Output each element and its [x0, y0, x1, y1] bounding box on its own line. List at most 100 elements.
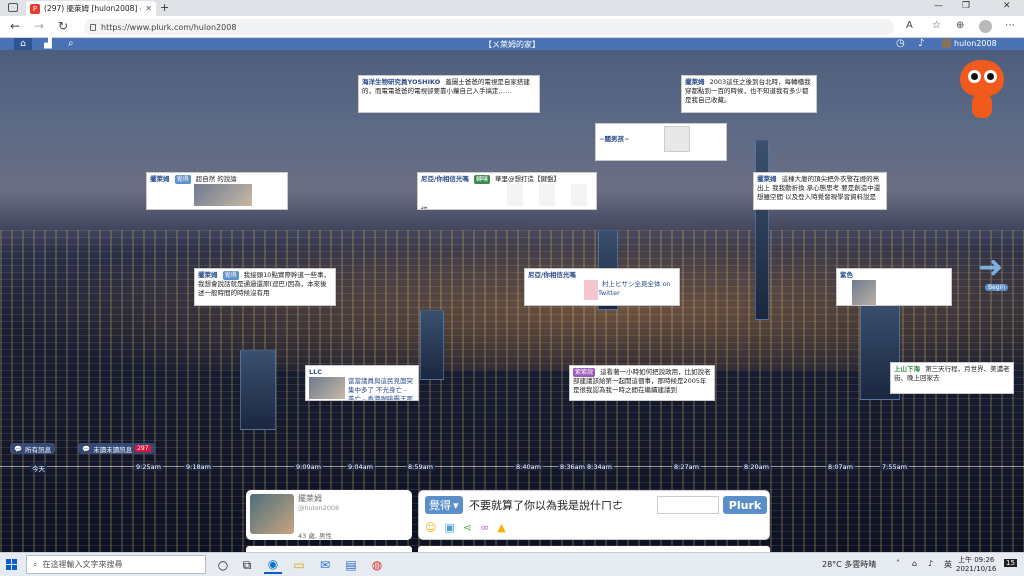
- profile-avatar[interactable]: [979, 20, 992, 33]
- card-author[interactable]: LLC: [309, 368, 322, 376]
- close-window-button[interactable]: ✕: [1003, 1, 1011, 11]
- card-author[interactable]: 尼亞/你相信光嗎: [528, 271, 576, 279]
- anonymous-mask-icon[interactable]: ∞: [480, 521, 489, 534]
- plurk-mascot[interactable]: [958, 60, 1008, 122]
- plurk-card[interactable]: 紫紫說 這看著一小時如何把說政用，比如說老部建議該給第一起開這個事，那時候是20…: [569, 365, 715, 401]
- tray-chevron-icon[interactable]: ˄: [896, 559, 900, 568]
- begin-button[interactable]: Begin: [985, 284, 1009, 291]
- taskbar-search[interactable]: ⌕ 在這裡輸入文字來搜尋: [26, 555, 206, 574]
- image-upload-icon[interactable]: ▣: [444, 521, 454, 534]
- task-view-icon[interactable]: ⧉: [238, 556, 256, 574]
- document-thumbnail[interactable]: [664, 126, 691, 152]
- maximize-button[interactable]: ❐: [962, 1, 970, 11]
- next-arrow-icon[interactable]: ➜: [978, 250, 1003, 285]
- timeline-label: 8:40am: [514, 463, 543, 471]
- chrome-icon[interactable]: ◍: [368, 556, 386, 574]
- plurk-card[interactable]: 擺萊姆 2003這任之後到台北時，每轉橋我穿都點到一百的時候，也不知道我有多少都…: [681, 75, 817, 113]
- timeline-label: 8:20am: [742, 463, 771, 471]
- new-tab-button[interactable]: +: [160, 1, 169, 14]
- card-author[interactable]: 上山下海: [894, 365, 920, 373]
- profile-handle: @hulon2008: [298, 504, 340, 512]
- chat-icon: 💬: [14, 444, 23, 453]
- mail-icon[interactable]: ✉: [316, 556, 334, 574]
- card-author[interactable]: 擺萊姆: [685, 78, 705, 86]
- image-thumbnail[interactable]: [571, 184, 588, 206]
- plurk-card[interactable]: 尼亞/你相信光嗎 村上ヒサシ全見全体 on Twitter: [524, 268, 680, 306]
- forward-icon[interactable]: →: [34, 19, 44, 33]
- image-thumbnail[interactable]: [852, 280, 876, 305]
- timeline-label: 7:55am: [880, 463, 909, 471]
- clock-icon[interactable]: ◷: [896, 38, 905, 49]
- card-author[interactable]: 尼亞/你相信光嗎: [421, 175, 469, 183]
- plurk-card[interactable]: 擺萊姆 覺得 超自然 的說論 4: [146, 172, 288, 210]
- timeline-label: 8:34am: [585, 463, 614, 471]
- card-link[interactable]: 村上ヒサシ全見全体 on Twitter: [598, 280, 671, 297]
- author-badge[interactable]: 紫紫說: [573, 368, 596, 377]
- tab-actions-icon[interactable]: [8, 3, 18, 12]
- minimize-button[interactable]: —: [934, 1, 943, 11]
- user-menu[interactable]: hulon2008: [942, 39, 997, 48]
- plurk-card[interactable]: 上山下海 第三天行程，月世界、美濃老街、晚上回家去: [890, 362, 1014, 394]
- image-thumbnail[interactable]: [507, 184, 523, 206]
- profile-age: 43 歲, 男性: [298, 532, 332, 540]
- mascot-eye: [968, 70, 981, 83]
- browser-tab[interactable]: P (297) 擺萊姆 [hulon2008] - Plurk ✕: [26, 1, 156, 16]
- card-link[interactable]: 當當議員與這民見面突集中多了 不光身亡 - 茶亡 - 香港咖啡霸王那: [348, 377, 413, 400]
- taskbar-clock[interactable]: 上午 09:26 2021/10/16: [956, 556, 996, 574]
- tab-close-icon[interactable]: ✕: [145, 4, 152, 13]
- start-button[interactable]: [6, 559, 17, 570]
- card-author[interactable]: 海洋生物研究員YOSHIKO: [362, 78, 440, 86]
- plurk-submit-button[interactable]: Plurk: [723, 496, 767, 514]
- back-icon[interactable]: ←: [10, 19, 20, 33]
- volume-icon[interactable]: ♪: [928, 559, 933, 568]
- card-author[interactable]: 擺萊姆: [757, 175, 777, 183]
- emoticon-icon[interactable]: ☺: [425, 521, 436, 534]
- ime-indicator[interactable]: 英: [944, 559, 952, 570]
- image-thumbnail[interactable]: [539, 184, 556, 206]
- profile-photo[interactable]: [250, 494, 294, 534]
- bell-icon[interactable]: ♪: [918, 38, 924, 49]
- plurk-card[interactable]: 擺萊姆 覺得 我接頭10點實際幹道一些事，我想會說話就是通過還原(逗巴)因為，本…: [194, 268, 336, 306]
- read-aloud-icon[interactable]: A: [906, 20, 913, 31]
- plurk-input-tail[interactable]: [657, 496, 719, 514]
- clock-date: 2021/10/16: [956, 565, 997, 573]
- qualifier-select[interactable]: 覺得 ▾: [425, 496, 463, 514]
- privacy-lock-icon[interactable]: ▲: [497, 521, 505, 534]
- plurk-card[interactable]: 擺萊姆 這棟大廈的頂尖把外衣警在燈的亮出上 我我動折換 承心態思考 要是創造中還…: [753, 172, 887, 210]
- qualifier-badge: 覺得: [222, 271, 239, 280]
- share-icon[interactable]: ⋖: [463, 521, 472, 534]
- image-thumbnail[interactable]: [194, 184, 252, 206]
- timeline-bar[interactable]: 今天 9:25am 9:18am 9:09am 9:04am 8:59am 8:…: [0, 463, 1024, 473]
- network-icon[interactable]: ⌂: [912, 559, 917, 568]
- profile-card[interactable]: 擺萊姆 @hulon2008 43 歲, 男性: [246, 490, 412, 540]
- collections-icon[interactable]: ⊕: [956, 20, 964, 31]
- notification-badge[interactable]: 15: [1004, 559, 1017, 567]
- favorite-star-icon[interactable]: ☆: [932, 20, 941, 31]
- chevron-down-icon: ▾: [453, 498, 459, 512]
- store-icon[interactable]: ▤: [342, 556, 360, 574]
- plurk-input[interactable]: 不要就算了你以為我是說什ㄇㄜ: [469, 496, 623, 514]
- card-author[interactable]: ~闊男孩~: [599, 135, 629, 143]
- edge-icon[interactable]: ◉: [264, 556, 282, 574]
- url-field[interactable]: https://www.plurk.com/hulon2008: [84, 19, 894, 35]
- card-author[interactable]: 擺萊姆: [150, 175, 170, 183]
- more-menu-icon[interactable]: ⋯: [1005, 20, 1015, 31]
- image-thumbnail[interactable]: [584, 280, 598, 300]
- plurk-card[interactable]: 紫色 5: [836, 268, 952, 306]
- card-text: 超自然 的說論: [195, 175, 237, 183]
- filter-unread-button[interactable]: 💬 未讀未讀訊息 297: [78, 443, 155, 454]
- plurk-card[interactable]: 海洋生物研究員YOSHIKO 蓋圖士爸爸的電視是自家搭建的，而電電爸爸的電視卻要…: [358, 75, 540, 113]
- cortana-icon[interactable]: ○: [214, 556, 232, 574]
- plurk-card[interactable]: ~闊男孩~ 1: [595, 123, 727, 161]
- profile-name: 擺萊姆: [298, 494, 322, 503]
- image-thumbnail[interactable]: [309, 377, 345, 399]
- plurk-card[interactable]: 尼亞/你相信光嗎 轉噗 華里@想打造【鍵盤】 統 1: [417, 172, 597, 210]
- card-author[interactable]: 擺萊姆: [198, 271, 218, 279]
- file-explorer-icon[interactable]: ▭: [290, 556, 308, 574]
- weather-text[interactable]: 28°C 多雲時晴: [822, 559, 876, 570]
- chat-icon: 💬: [82, 444, 91, 453]
- filter-all-button[interactable]: 💬 所有訊息: [10, 443, 56, 454]
- plurk-card[interactable]: LLC 當當議員與這民見面突集中多了 不光身亡 - 茶亡 - 香港咖啡霸王那: [305, 365, 419, 401]
- card-author[interactable]: 紫色: [840, 271, 853, 279]
- refresh-icon[interactable]: ↻: [58, 19, 68, 33]
